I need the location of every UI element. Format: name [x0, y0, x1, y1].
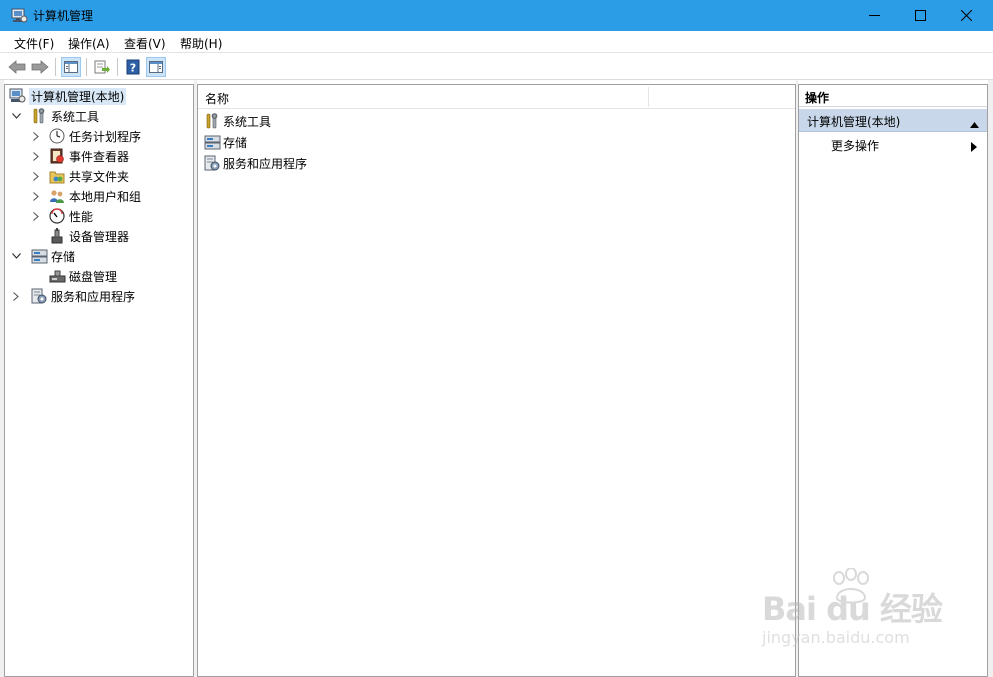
toolbar-separator [86, 58, 87, 76]
chevron-down-icon[interactable] [10, 106, 22, 126]
menu-view[interactable]: 查看(V) [124, 35, 166, 52]
pane-gap [988, 80, 993, 677]
menu-file[interactable]: 文件(F) [14, 35, 54, 52]
details-pane: 名称 系统工具 存储 服务和应用程序 [197, 84, 796, 677]
menu-help[interactable]: 帮助(H) [180, 35, 222, 52]
toolbar-separator [117, 58, 118, 76]
disk-management-icon [48, 267, 66, 285]
tree-item-services-applications[interactable]: 服务和应用程序 [10, 286, 135, 306]
toolbar: ? [0, 54, 993, 80]
services-icon [30, 287, 48, 305]
tree-label: 设备管理器 [69, 229, 130, 244]
baidu-jingyan-watermark: Bai du 经验 jingyan.baidu.com [760, 568, 980, 658]
clock-icon [48, 127, 66, 145]
tree-item-device-manager[interactable]: 设备管理器 [30, 226, 129, 246]
column-header-name[interactable]: 名称 [205, 90, 229, 107]
chevron-right-icon[interactable] [30, 126, 42, 146]
device-manager-icon [48, 227, 66, 245]
forward-button[interactable] [30, 57, 50, 77]
title-bar: 计算机管理 [0, 0, 993, 31]
submenu-triangle-icon [971, 141, 977, 155]
chevron-right-icon[interactable] [30, 206, 42, 226]
tree-label: 系统工具 [51, 109, 100, 124]
back-button[interactable] [7, 57, 27, 77]
actions-section-label: 计算机管理(本地) [807, 115, 901, 129]
tree-item-computer-management[interactable]: 计算机管理(本地) [8, 86, 127, 106]
list-item-storage[interactable]: 存储 [203, 132, 247, 152]
list-item-label: 存储 [223, 135, 248, 150]
more-actions-item[interactable]: 更多操作 [831, 137, 985, 155]
tree-item-disk-management[interactable]: 磁盘管理 [30, 266, 117, 286]
minimize-icon [868, 15, 880, 16]
computer-management-icon [11, 7, 28, 24]
tree-item-performance[interactable]: 性能 [30, 206, 93, 226]
close-button[interactable] [943, 0, 989, 31]
svg-text:?: ? [130, 62, 136, 75]
column-header: 名称 [198, 85, 795, 109]
services-icon [203, 154, 221, 172]
list-item-system-tools[interactable]: 系统工具 [203, 111, 271, 131]
tree-label: 计算机管理(本地) [29, 87, 127, 105]
tree-item-event-viewer[interactable]: 事件查看器 [30, 146, 129, 166]
tree-label: 任务计划程序 [69, 129, 142, 144]
tree-item-task-scheduler[interactable]: 任务计划程序 [30, 126, 141, 146]
help-button[interactable]: ? [123, 57, 143, 77]
list-item-label: 服务和应用程序 [223, 156, 308, 171]
tree-item-storage[interactable]: 存储 [10, 246, 75, 266]
actions-header: 操作 [799, 85, 987, 107]
show-hide-console-tree-button[interactable] [61, 57, 81, 77]
tree-label: 磁盘管理 [69, 269, 118, 284]
minimize-button[interactable] [851, 0, 897, 31]
tree-item-system-tools[interactable]: 系统工具 [10, 106, 99, 126]
list-item-services-applications[interactable]: 服务和应用程序 [203, 153, 307, 173]
tools-icon [203, 112, 221, 130]
tree-label: 性能 [69, 209, 94, 224]
chevron-right-icon[interactable] [30, 186, 42, 206]
chevron-right-icon[interactable] [30, 166, 42, 186]
shared-folder-icon [48, 167, 66, 185]
users-icon [48, 187, 66, 205]
action-pane-icon [149, 61, 163, 73]
close-icon [960, 10, 972, 21]
tree-label: 共享文件夹 [69, 169, 130, 184]
tree-label: 本地用户和组 [69, 189, 142, 204]
maximize-icon [914, 10, 926, 21]
window-title: 计算机管理 [33, 9, 94, 23]
more-actions-label: 更多操作 [831, 139, 880, 153]
tools-icon [30, 107, 48, 125]
chevron-right-icon[interactable] [10, 286, 22, 306]
watermark-url: jingyan.baidu.com [762, 628, 910, 647]
menu-action[interactable]: 操作(A) [68, 35, 110, 52]
chevron-down-icon[interactable] [10, 246, 22, 266]
collapse-triangle-icon[interactable] [970, 117, 979, 131]
back-arrow-icon [8, 60, 26, 74]
watermark-brand: Bai du 经验 [762, 590, 943, 628]
event-viewer-icon [48, 147, 66, 165]
storage-icon [30, 247, 48, 265]
computer-management-icon [8, 87, 26, 105]
list-item-label: 系统工具 [223, 114, 272, 129]
menu-bar: 文件(F) 操作(A) 查看(V) 帮助(H) [0, 31, 993, 53]
tree-label: 事件查看器 [69, 149, 130, 164]
export-list-icon [94, 60, 110, 74]
help-icon: ? [126, 59, 140, 75]
performance-gauge-icon [48, 207, 66, 225]
console-tree: 计算机管理(本地) 系统工具 任务计划程序 事件查看器 共享文件夹 本地用户和组… [4, 84, 194, 677]
maximize-button[interactable] [897, 0, 943, 31]
column-divider[interactable] [648, 87, 649, 107]
storage-icon [203, 133, 221, 151]
export-list-button[interactable] [92, 57, 112, 77]
tree-item-local-users-groups[interactable]: 本地用户和组 [30, 186, 141, 206]
tree-label: 存储 [51, 249, 76, 264]
show-hide-action-pane-button[interactable] [146, 57, 166, 77]
console-tree-icon [64, 61, 78, 73]
tree-label: 服务和应用程序 [51, 289, 136, 304]
actions-section-computer-management[interactable]: 计算机管理(本地) [799, 109, 987, 132]
toolbar-separator [55, 58, 56, 76]
forward-arrow-icon [31, 60, 49, 74]
tree-item-shared-folders[interactable]: 共享文件夹 [30, 166, 129, 186]
chevron-right-icon[interactable] [30, 146, 42, 166]
